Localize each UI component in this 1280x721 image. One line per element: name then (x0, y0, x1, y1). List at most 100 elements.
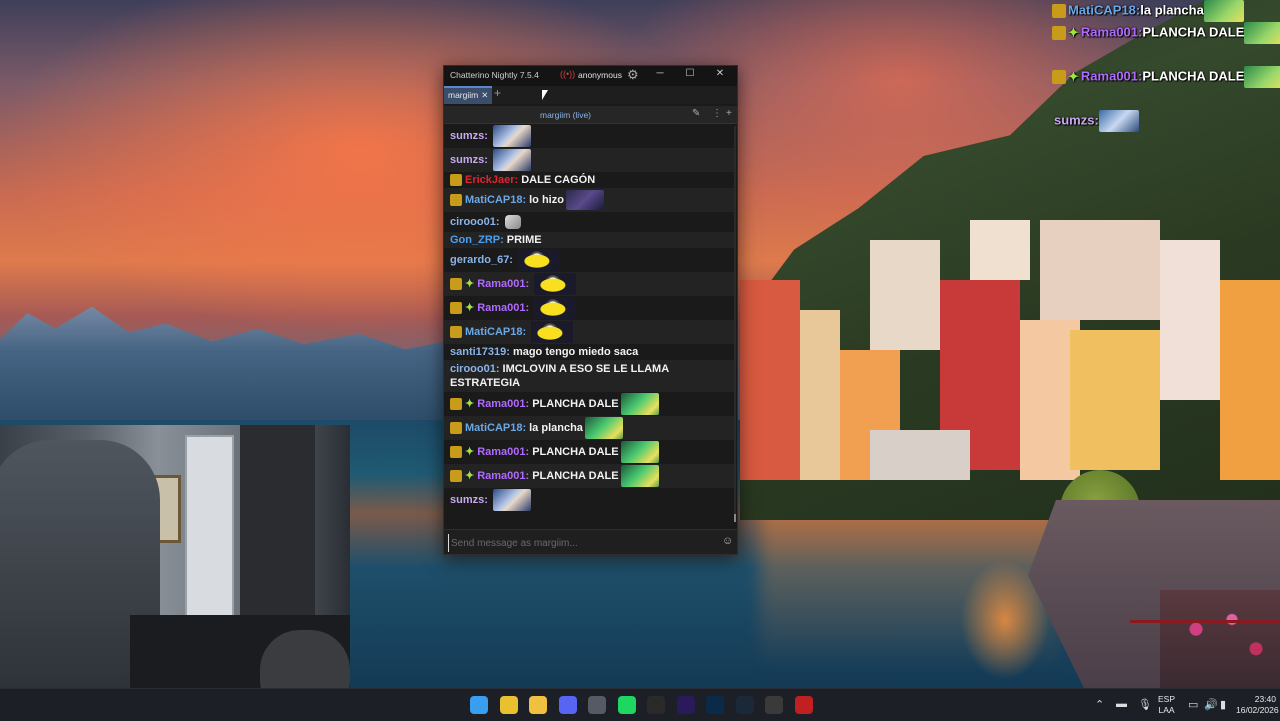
emote-image[interactable] (565, 190, 604, 210)
username[interactable]: Rama001: (477, 278, 529, 290)
emote-image[interactable] (620, 441, 659, 463)
emote-image[interactable] (620, 393, 659, 415)
username[interactable]: sumzs: (450, 130, 488, 142)
volume-icon[interactable]: 🔊 (1204, 698, 1218, 711)
chevron-up-icon[interactable]: ⌃ (1095, 698, 1104, 711)
crown-badge-icon[interactable] (450, 446, 462, 458)
edit-icon[interactable]: ✎ (692, 108, 700, 119)
username[interactable]: sumzs: (450, 494, 488, 506)
username[interactable]: gerardo_67: (450, 254, 513, 266)
chat-message[interactable]: cirooo01: IMCLOVIN A ESO SE LE LLAMA ESTR… (444, 360, 734, 392)
split-add-icon[interactable]: + (726, 108, 732, 119)
username[interactable]: Gon_ZRP: (450, 234, 504, 246)
minimize-button[interactable]: ─ (649, 68, 671, 84)
message-input[interactable] (448, 534, 723, 552)
emote-image[interactable] (534, 273, 577, 295)
chat-message[interactable]: ErickJaer: DALE CAGÓN (444, 172, 734, 188)
chat-message[interactable]: gerardo_67: (444, 248, 734, 272)
crown-badge-icon[interactable] (450, 194, 462, 206)
emote-image[interactable] (492, 149, 531, 171)
crown-badge-icon[interactable] (450, 422, 462, 434)
crown-badge-icon[interactable] (450, 174, 462, 186)
add-tab-button[interactable]: + (494, 86, 501, 100)
chat-message[interactable]: MatiCAP18: (444, 320, 734, 344)
username[interactable]: Rama001: (477, 302, 529, 314)
emoji-icon[interactable]: ☺ (722, 535, 733, 547)
more-icon[interactable]: ⋮ (712, 108, 722, 119)
chat-message[interactable]: sumzs: (444, 488, 734, 512)
chat-message[interactable]: santi17319: mago tengo miedo saca (444, 344, 734, 360)
close-icon[interactable]: ✕ (481, 90, 488, 100)
emote-image[interactable] (492, 489, 531, 511)
crown-badge-icon[interactable] (450, 302, 462, 314)
streamer-mode-icon[interactable]: ((•)) (560, 69, 575, 79)
channel-header[interactable]: margiim (live) ✎ ⋮ + (444, 106, 737, 124)
sparkle-badge-icon[interactable]: ✦ (465, 277, 474, 291)
chat-message[interactable]: ✦ Rama001: (444, 296, 734, 320)
flag-icon[interactable]: ▬ (1116, 698, 1127, 710)
windows-start-icon[interactable] (470, 696, 488, 714)
title-bar[interactable]: Chatterino Nightly 7.5.4 ((•)) anonymous… (444, 66, 737, 86)
chat-message[interactable]: sumzs: (444, 124, 734, 148)
chat-message[interactable]: MatiCAP18: lo hizo (444, 188, 734, 212)
chat-message[interactable]: Gon_ZRP: PRIME (444, 232, 734, 248)
capcut-icon[interactable] (647, 696, 665, 714)
crown-badge-icon[interactable] (450, 326, 462, 338)
crown-badge-icon[interactable] (450, 398, 462, 410)
emote-image[interactable] (584, 417, 623, 439)
chat-message[interactable]: sumzs: (444, 148, 734, 172)
username[interactable]: ErickJaer: (465, 174, 518, 186)
file-explorer-icon[interactable] (529, 696, 547, 714)
username[interactable]: cirooo01: (450, 363, 500, 375)
emote-image[interactable] (492, 125, 531, 147)
chat-message[interactable]: ✦ Rama001: PLANCHA DALE (444, 392, 734, 416)
chatterino-icon[interactable] (765, 696, 783, 714)
spotify-icon[interactable] (617, 696, 636, 714)
language-indicator[interactable]: ESP LAA (1158, 694, 1175, 716)
emote-image[interactable] (517, 249, 560, 271)
chat-message[interactable]: ✦ Rama001: (444, 272, 734, 296)
account-name[interactable]: anonymous (578, 70, 622, 80)
sparkle-badge-icon[interactable]: ✦ (465, 445, 474, 459)
username[interactable]: MatiCAP18: (465, 194, 526, 206)
chat-message[interactable]: ✦ Rama001: PLANCHA DALE (444, 440, 734, 464)
photoshop-icon[interactable] (706, 696, 724, 714)
username[interactable]: MatiCAP18: (465, 326, 526, 338)
scrollbar[interactable] (734, 126, 736, 522)
emote-image[interactable] (620, 465, 659, 487)
microphone-icon[interactable]: 🎙 (1138, 698, 1152, 711)
network-icon[interactable]: ▭ (1188, 698, 1198, 711)
username[interactable]: Rama001: (477, 470, 529, 482)
emote-image[interactable] (504, 215, 521, 229)
username[interactable]: sumzs: (450, 154, 488, 166)
discord-icon[interactable] (558, 696, 577, 714)
message-list[interactable]: sumzs: sumzs: ErickJaer: DALE CAGÓN MatiCAP1… (444, 124, 734, 524)
battery-icon[interactable]: ▮ (1220, 698, 1226, 711)
crown-badge-icon[interactable] (450, 470, 462, 482)
scrollbar-thumb[interactable] (734, 514, 736, 522)
emote-image[interactable] (534, 297, 577, 319)
crown-badge-icon[interactable] (450, 278, 462, 290)
gear-icon[interactable]: ⚙ (627, 67, 639, 83)
chat-message[interactable]: ✦ Rama001: PLANCHA DALE (444, 464, 734, 488)
chat-message[interactable]: cirooo01: (444, 212, 734, 232)
premiere-icon[interactable] (676, 696, 695, 714)
system-clock[interactable]: 23:40 16/02/2026 (1236, 694, 1279, 716)
chat-message[interactable]: MatiCAP18: la plancha (444, 416, 734, 440)
sparkle-badge-icon[interactable]: ✦ (465, 301, 474, 315)
username[interactable]: santi17319: (450, 346, 510, 358)
emote-image[interactable] (531, 321, 574, 343)
sparkle-badge-icon[interactable]: ✦ (465, 397, 474, 411)
sparkle-badge-icon[interactable]: ✦ (465, 469, 474, 483)
username[interactable]: Rama001: (477, 398, 529, 410)
close-button[interactable]: ✕ (709, 68, 731, 84)
obs-icon[interactable] (588, 696, 606, 714)
recorder-icon[interactable] (794, 696, 813, 714)
chrome-icon[interactable] (499, 696, 518, 714)
chatterino-window[interactable]: Chatterino Nightly 7.5.4 ((•)) anonymous… (443, 65, 738, 555)
username[interactable]: MatiCAP18: (465, 422, 526, 434)
steam-icon[interactable] (735, 696, 754, 714)
username[interactable]: Rama001: (477, 446, 529, 458)
tab-margiim[interactable]: margiim ✕ (444, 86, 493, 104)
username[interactable]: cirooo01: (450, 216, 500, 228)
